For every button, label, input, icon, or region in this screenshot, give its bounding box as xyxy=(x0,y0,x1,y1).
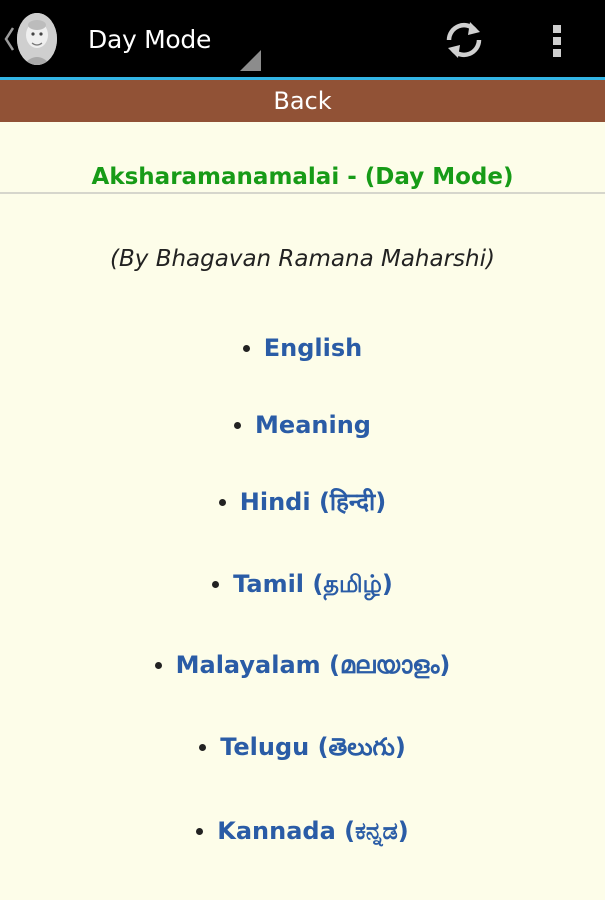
link-tamil[interactable]: Tamil (தமிழ்) xyxy=(233,570,393,598)
link-hindi[interactable]: Hindi (हिन्दी) xyxy=(240,488,386,516)
bullet-icon xyxy=(154,662,162,669)
bullet-icon xyxy=(196,828,204,835)
bullet-icon xyxy=(218,499,226,506)
link-meaning[interactable]: Meaning xyxy=(255,411,371,439)
list-item-malayalam: Malayalam (മലയാളം) xyxy=(0,647,605,683)
overflow-menu-icon[interactable] xyxy=(540,16,574,64)
page-title: Aksharamanamalai - (Day Mode) xyxy=(91,164,514,190)
bullet-icon xyxy=(234,422,242,429)
list-item-english: English xyxy=(0,330,605,366)
list-item-hindi: Hindi (हिन्दी) xyxy=(0,484,605,520)
link-english[interactable]: English xyxy=(264,334,362,362)
bullet-icon xyxy=(242,345,250,352)
refresh-icon[interactable] xyxy=(440,16,488,64)
author-line: (By Bhagavan Ramana Maharshi) xyxy=(110,246,495,272)
list-item-tamil: Tamil (தமிழ்) xyxy=(0,566,605,602)
bullet-icon xyxy=(212,581,220,588)
app-avatar[interactable] xyxy=(17,13,57,65)
list-item-kannada: Kannada (ಕನ್ನಡ) xyxy=(0,813,605,849)
title-divider xyxy=(0,192,605,194)
bullet-icon xyxy=(199,744,207,751)
spinner-indicator-icon[interactable] xyxy=(240,50,261,71)
action-bar: Day Mode xyxy=(0,0,605,80)
back-button[interactable]: Back xyxy=(0,80,605,122)
actionbar-title[interactable]: Day Mode xyxy=(88,24,211,56)
list-item-telugu: Telugu (తెలుగు) xyxy=(0,729,605,765)
link-malayalam[interactable]: Malayalam (മലയാളം) xyxy=(176,651,451,679)
link-kannada[interactable]: Kannada (ಕನ್ನಡ) xyxy=(217,817,409,845)
chevron-left-icon[interactable] xyxy=(3,24,15,54)
list-item-meaning: Meaning xyxy=(0,407,605,443)
link-telugu[interactable]: Telugu (తెలుగు) xyxy=(220,733,406,761)
